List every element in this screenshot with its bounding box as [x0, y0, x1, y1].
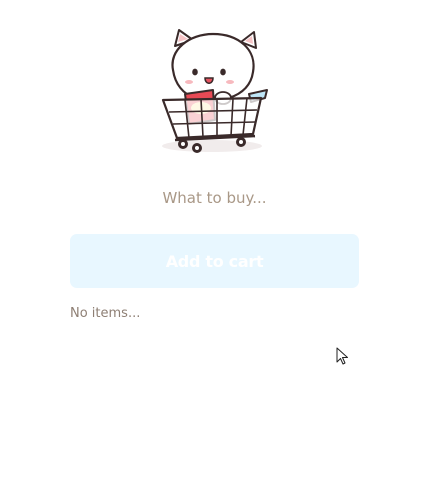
empty-list-message: No items...: [70, 306, 141, 321]
add-to-cart-button[interactable]: Add to cart: [70, 234, 359, 288]
shopping-list-app: Add to cart No items...: [0, 0, 422, 480]
mouse-pointer-icon: [336, 347, 348, 365]
item-input-wrapper: [70, 180, 359, 216]
cat-in-shopping-cart-icon: [161, 29, 268, 153]
item-input[interactable]: [70, 180, 359, 216]
